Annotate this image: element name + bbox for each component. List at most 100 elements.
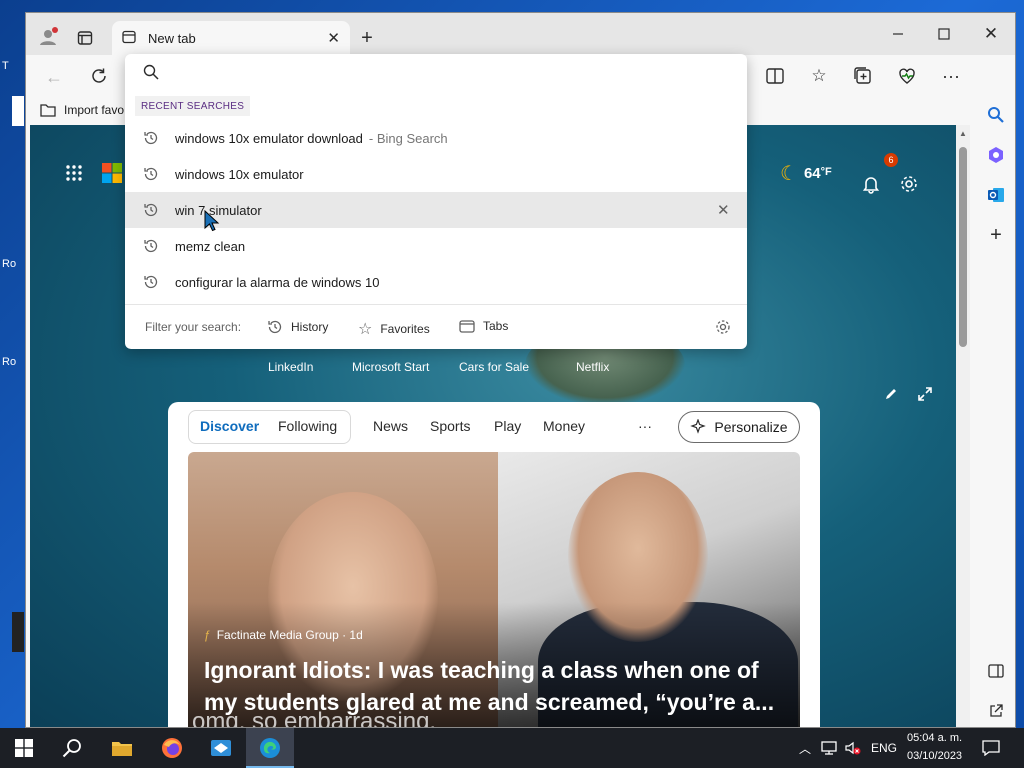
filter-label: Filter your search: <box>145 320 242 334</box>
quick-link[interactable]: Microsoft Start <box>352 360 429 374</box>
filter-history-button[interactable]: History <box>267 319 328 335</box>
hero-article[interactable]: ƒ Factinate Media Group · 1d Ignorant Id… <box>188 452 800 727</box>
sidebar-copilot-icon[interactable] <box>982 141 1010 169</box>
filter-tabs-button[interactable]: Tabs <box>459 319 508 333</box>
gear-icon[interactable] <box>896 171 922 197</box>
bell-icon[interactable] <box>858 171 884 197</box>
tab-following[interactable]: Following <box>278 418 337 434</box>
refresh-icon[interactable] <box>86 63 112 89</box>
virtualbox-icon[interactable] <box>197 728 245 768</box>
suggestion-text: memz clean <box>175 238 246 254</box>
back-icon[interactable]: ← <box>42 65 66 89</box>
minimize-button[interactable] <box>878 19 918 49</box>
notification-center-icon[interactable] <box>978 736 1004 760</box>
quick-link[interactable]: LinkedIn <box>268 360 313 374</box>
maximize-button[interactable] <box>924 19 964 49</box>
tab-page-icon <box>122 30 136 47</box>
edit-icon[interactable] <box>880 383 902 405</box>
weather-widget[interactable]: ☾ 64 °F <box>780 161 832 186</box>
scroll-thumb[interactable] <box>959 147 967 347</box>
quick-link[interactable]: Netflix <box>576 360 609 374</box>
desktop-icon-label[interactable]: Ro <box>2 356 16 368</box>
sparkle-icon <box>690 419 707 434</box>
edge-icon[interactable] <box>246 728 294 768</box>
chevron-up-icon[interactable]: ︿ <box>796 738 814 758</box>
suggestion-item[interactable]: memz clean <box>125 228 747 264</box>
sidebar-outlook-icon[interactable] <box>982 181 1010 209</box>
import-favorites-link[interactable]: Import favo <box>40 103 124 117</box>
remove-suggestion-icon[interactable]: ✕ <box>717 201 730 219</box>
tab-money[interactable]: Money <box>543 418 585 434</box>
tab-sports[interactable]: Sports <box>430 418 470 434</box>
split-screen-icon[interactable] <box>762 63 788 89</box>
desktop-icon[interactable] <box>12 612 24 652</box>
network-icon[interactable] <box>818 738 840 758</box>
suggestion-text: windows 10x emulator download <box>175 130 363 146</box>
close-tab-icon[interactable]: ✕ <box>327 29 340 47</box>
performance-icon[interactable] <box>894 63 920 89</box>
history-icon <box>144 131 158 145</box>
weather-unit: °F <box>820 165 832 178</box>
moon-icon: ☾ <box>780 163 798 185</box>
address-bar[interactable] <box>125 54 747 92</box>
taskbar-search-icon[interactable] <box>48 728 96 768</box>
tab-news[interactable]: News <box>373 418 408 434</box>
more-icon[interactable]: ··· <box>938 63 964 89</box>
clock-time[interactable]: 05:04 a. m. <box>907 732 962 744</box>
microsoft-logo[interactable] <box>100 161 124 185</box>
notification-badge: 6 <box>884 153 898 167</box>
source-logo-icon: ƒ <box>204 628 211 642</box>
volume-muted-icon[interactable] <box>842 738 864 758</box>
tabs-icon <box>459 320 475 333</box>
page-scrollbar[interactable]: ▲ <box>956 125 970 727</box>
collections-icon[interactable] <box>850 63 876 89</box>
feed-tabs: Discover Following News Sports Play Mone… <box>168 402 820 448</box>
taskbar: ︿ ENG 05:04 a. m. 03/10/2023 <box>0 728 1024 768</box>
suggestion-text: configurar la alarma de windows 10 <box>175 274 380 290</box>
new-tab-icon[interactable]: + <box>356 27 378 49</box>
apps-grid-icon[interactable] <box>62 161 86 185</box>
expand-icon[interactable] <box>914 383 936 405</box>
suggestion-text: windows 10x emulator <box>175 166 304 182</box>
suggestion-item[interactable]: windows 10x emulator <box>125 156 747 192</box>
sidebar-toggle-icon[interactable] <box>982 657 1010 685</box>
favorites-icon[interactable]: ☆ <box>806 63 832 89</box>
search-icon <box>143 64 159 80</box>
tab-new-tab[interactable]: New tab ✕ <box>112 21 350 55</box>
history-icon <box>144 239 158 253</box>
tab-actions-icon[interactable] <box>74 27 96 49</box>
filter-tabs-label: Tabs <box>483 319 509 333</box>
suggestion-item[interactable]: windows 10x emulator download - Bing Sea… <box>125 120 747 156</box>
address-input[interactable] <box>171 60 731 86</box>
file-explorer-icon[interactable] <box>98 728 146 768</box>
personalize-button[interactable]: Personalize <box>678 411 800 443</box>
history-icon <box>268 320 282 334</box>
filter-favorites-label: Favorites <box>380 322 430 336</box>
desktop-icon[interactable] <box>12 96 24 126</box>
desktop-icon-label[interactable]: T <box>2 60 9 72</box>
open-external-icon[interactable] <box>982 697 1010 725</box>
sidebar-add-icon[interactable]: + <box>982 221 1010 249</box>
windows-start-icon[interactable] <box>0 728 48 768</box>
news-feed: Discover Following News Sports Play Mone… <box>168 402 820 727</box>
recent-searches-label: RECENT SEARCHES <box>135 96 251 116</box>
tab-play[interactable]: Play <box>494 418 521 434</box>
more-tabs-icon[interactable]: ··· <box>638 418 652 434</box>
filter-favorites-button[interactable]: ☆ Favorites <box>358 319 430 339</box>
close-window-button[interactable]: ✕ <box>971 19 1011 49</box>
suggestion-item[interactable]: configurar la alarma de windows 10 <box>125 264 747 300</box>
firefox-icon[interactable] <box>148 728 196 768</box>
tab-discover[interactable]: Discover <box>200 418 259 434</box>
sidebar-search-icon[interactable] <box>982 101 1010 129</box>
language-indicator[interactable]: ENG <box>871 741 897 755</box>
quick-link[interactable]: Cars for Sale <box>459 360 529 374</box>
edge-sidebar: + <box>976 55 1015 727</box>
desktop-icon-label[interactable]: Ro <box>2 258 16 270</box>
suggestion-source: - Bing Search <box>368 130 448 146</box>
search-settings-gear-icon[interactable] <box>715 319 731 335</box>
clock-date[interactable]: 03/10/2023 <box>907 750 962 762</box>
article-source: ƒ Factinate Media Group · 1d <box>204 628 363 642</box>
history-icon <box>144 167 158 181</box>
scroll-up-icon[interactable]: ▲ <box>959 129 967 138</box>
profile-icon[interactable] <box>36 25 60 49</box>
